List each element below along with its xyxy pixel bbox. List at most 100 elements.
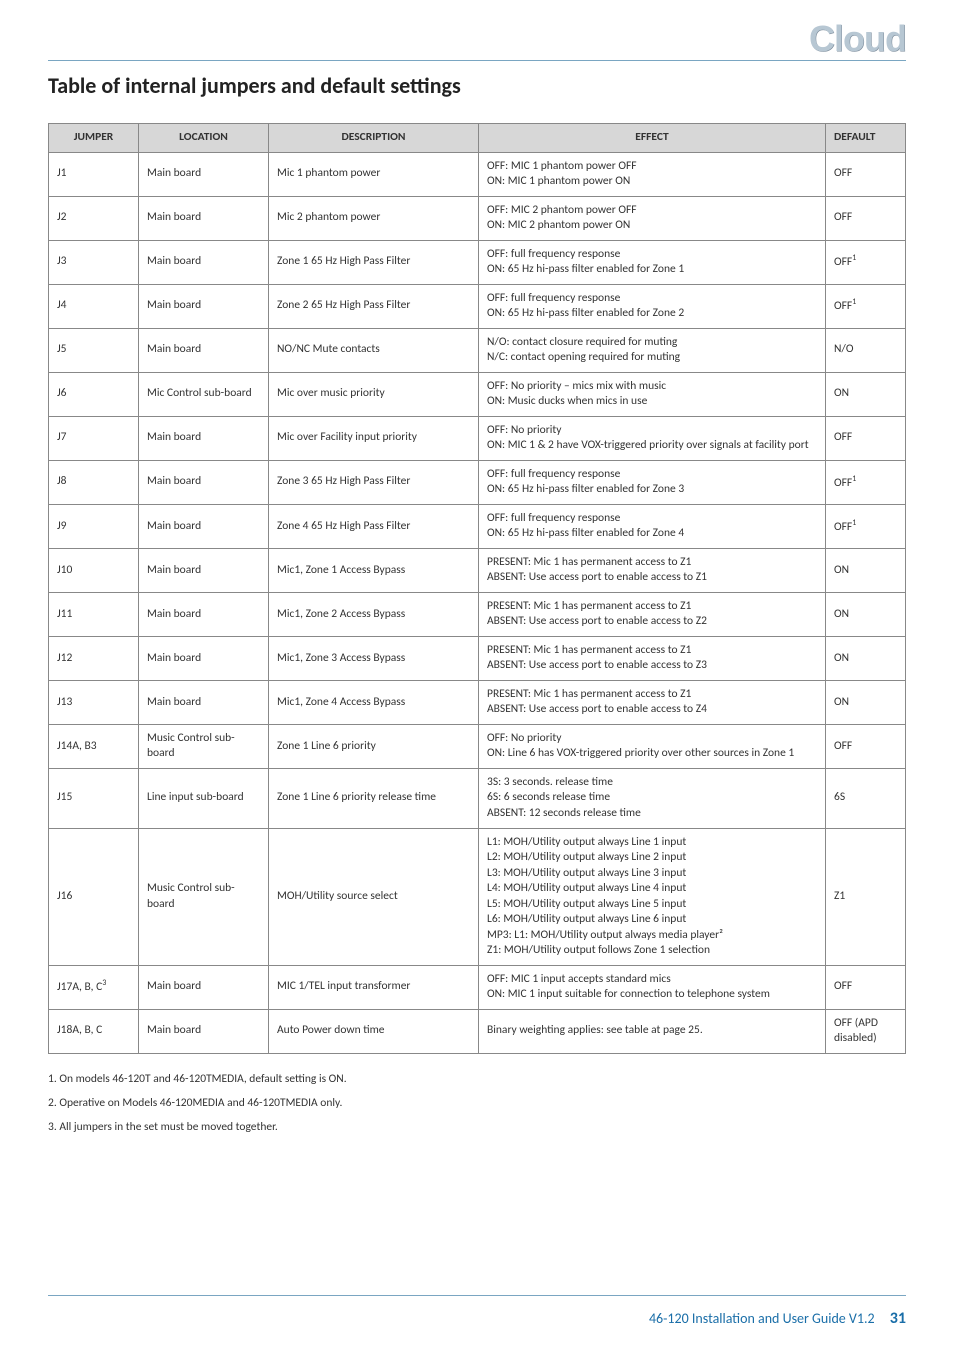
cell-location: Main board — [139, 328, 269, 372]
col-default: DEFAULT — [826, 124, 906, 153]
cell-location: Main board — [139, 416, 269, 460]
table-row: J17A, B, C3Main boardMIC 1/TEL input tra… — [49, 965, 906, 1009]
cell-jumper: J11 — [49, 592, 139, 636]
cell-jumper: J8 — [49, 460, 139, 504]
cell-description: MIC 1/TEL input transformer — [269, 965, 479, 1009]
cell-description: Zone 1 Line 6 priority release time — [269, 768, 479, 828]
page-footer: 46-120 Installation and User Guide V1.2 … — [649, 1309, 906, 1328]
cell-jumper: J3 — [49, 240, 139, 284]
doc-title: 46-120 Installation and User Guide V1.2 — [649, 1310, 875, 1327]
table-row: J1Main boardMic 1 phantom powerOFF: MIC … — [49, 152, 906, 196]
cell-description: Mic 2 phantom power — [269, 196, 479, 240]
cell-default: OFF — [826, 416, 906, 460]
cell-description: MOH/Utility source select — [269, 828, 479, 965]
cell-location: Main board — [139, 460, 269, 504]
table-row: J14A, B3Music Control sub-boardZone 1 Li… — [49, 724, 906, 768]
cell-default: ON — [826, 372, 906, 416]
cell-effect: OFF: full frequency responseON: 65 Hz hi… — [479, 240, 826, 284]
cell-location: Mic Control sub-board — [139, 372, 269, 416]
cell-location: Main board — [139, 196, 269, 240]
cell-jumper: J9 — [49, 504, 139, 548]
cell-jumper: J18A, B, C — [49, 1009, 139, 1053]
cell-effect: 3S: 3 seconds. release time6S: 6 seconds… — [479, 768, 826, 828]
cell-effect: Binary weighting applies: see table at p… — [479, 1009, 826, 1053]
col-jumper: JUMPER — [49, 124, 139, 153]
cell-location: Main board — [139, 284, 269, 328]
cell-effect: OFF: No priorityON: Line 6 has VOX-trigg… — [479, 724, 826, 768]
cell-location: Line input sub-board — [139, 768, 269, 828]
cell-description: Mic 1 phantom power — [269, 152, 479, 196]
cell-effect: L1: MOH/Utility output always Line 1 inp… — [479, 828, 826, 965]
cell-default: OFF1 — [826, 240, 906, 284]
table-row: J7Main boardMic over Facility input prio… — [49, 416, 906, 460]
col-desc: DESCRIPTION — [269, 124, 479, 153]
cell-default: N/O — [826, 328, 906, 372]
table-row: J8Main boardZone 3 65 Hz High Pass Filte… — [49, 460, 906, 504]
cell-description: Mic over Facility input priority — [269, 416, 479, 460]
table-row: J3Main boardZone 1 65 Hz High Pass Filte… — [49, 240, 906, 284]
cell-jumper: J2 — [49, 196, 139, 240]
cell-default: OFF — [826, 152, 906, 196]
cell-jumper: J10 — [49, 548, 139, 592]
cell-jumper: J15 — [49, 768, 139, 828]
cell-jumper: J6 — [49, 372, 139, 416]
cell-jumper: J7 — [49, 416, 139, 460]
cell-default: ON — [826, 592, 906, 636]
cell-description: Mic1, Zone 3 Access Bypass — [269, 636, 479, 680]
jumper-table: JUMPER LOCATION DESCRIPTION EFFECT DEFAU… — [48, 123, 906, 1054]
cell-description: Mic over music priority — [269, 372, 479, 416]
table-row: J4Main boardZone 2 65 Hz High Pass Filte… — [49, 284, 906, 328]
cell-default: ON — [826, 680, 906, 724]
cell-location: Main board — [139, 504, 269, 548]
cell-jumper: J13 — [49, 680, 139, 724]
cell-description: Mic1, Zone 2 Access Bypass — [269, 592, 479, 636]
cell-default: OFF1 — [826, 504, 906, 548]
table-row: J12Main boardMic1, Zone 3 Access BypassP… — [49, 636, 906, 680]
cell-effect: OFF: MIC 1 input accepts standard micsON… — [479, 965, 826, 1009]
page-number: 31 — [890, 1309, 906, 1328]
table-row: J13Main boardMic1, Zone 4 Access BypassP… — [49, 680, 906, 724]
table-row: J5Main boardNO/NC Mute contactsN/O: cont… — [49, 328, 906, 372]
col-location: LOCATION — [139, 124, 269, 153]
cell-description: Zone 2 65 Hz High Pass Filter — [269, 284, 479, 328]
cell-effect: OFF: full frequency responseON: 65 Hz hi… — [479, 460, 826, 504]
cell-default: OFF — [826, 724, 906, 768]
cell-location: Main board — [139, 636, 269, 680]
footer-rule — [48, 1295, 906, 1296]
cell-location: Main board — [139, 548, 269, 592]
footnotes: 1. On models 46-120T and 46-120TMEDIA, d… — [48, 1070, 906, 1137]
cell-default: Z1 — [826, 828, 906, 965]
cell-jumper: J17A, B, C3 — [49, 965, 139, 1009]
cell-location: Main board — [139, 240, 269, 284]
brand-logo: Cloud — [809, 18, 906, 60]
cell-description: Auto Power down time — [269, 1009, 479, 1053]
cell-description: Zone 1 65 Hz High Pass Filter — [269, 240, 479, 284]
note-2: 2. Operative on Models 46-120MEDIA and 4… — [48, 1094, 906, 1112]
cell-effect: PRESENT: Mic 1 has permanent access to Z… — [479, 548, 826, 592]
cell-jumper: J5 — [49, 328, 139, 372]
table-row: J10Main boardMic1, Zone 1 Access BypassP… — [49, 548, 906, 592]
cell-effect: PRESENT: Mic 1 has permanent access to Z… — [479, 680, 826, 724]
cell-default: ON — [826, 548, 906, 592]
table-header: JUMPER LOCATION DESCRIPTION EFFECT DEFAU… — [49, 124, 906, 153]
cell-description: Zone 4 65 Hz High Pass Filter — [269, 504, 479, 548]
table-row: J2Main boardMic 2 phantom powerOFF: MIC … — [49, 196, 906, 240]
cell-jumper: J16 — [49, 828, 139, 965]
table-row: J9Main boardZone 4 65 Hz High Pass Filte… — [49, 504, 906, 548]
cell-default: OFF — [826, 196, 906, 240]
cell-default: 6S — [826, 768, 906, 828]
table-row: J11Main boardMic1, Zone 2 Access BypassP… — [49, 592, 906, 636]
cell-default: OFF (APD disabled) — [826, 1009, 906, 1053]
cell-effect: PRESENT: Mic 1 has permanent access to Z… — [479, 636, 826, 680]
cell-description: Zone 3 65 Hz High Pass Filter — [269, 460, 479, 504]
table-row: J15Line input sub-boardZone 1 Line 6 pri… — [49, 768, 906, 828]
cell-default: OFF — [826, 965, 906, 1009]
cell-description: Mic1, Zone 1 Access Bypass — [269, 548, 479, 592]
cell-location: Main board — [139, 680, 269, 724]
cell-location: Music Control sub-board — [139, 724, 269, 768]
note-1: 1. On models 46-120T and 46-120TMEDIA, d… — [48, 1070, 906, 1088]
cell-description: NO/NC Mute contacts — [269, 328, 479, 372]
cell-location: Main board — [139, 592, 269, 636]
header-rule — [48, 60, 906, 61]
table-row: J16Music Control sub-boardMOH/Utility so… — [49, 828, 906, 965]
